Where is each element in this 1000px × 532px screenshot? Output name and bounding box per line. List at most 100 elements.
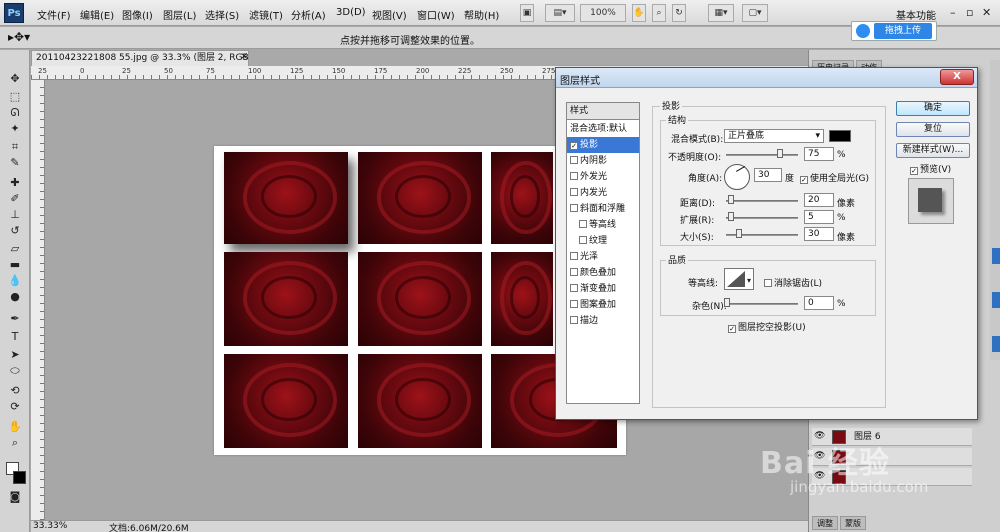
style-list-item[interactable]: 光泽 bbox=[567, 249, 639, 265]
minimize-icon[interactable]: – bbox=[950, 6, 956, 19]
zoom-select[interactable]: 100% bbox=[580, 4, 626, 22]
move-tool-icon[interactable]: ✥ bbox=[8, 72, 22, 85]
spread-slider-track[interactable] bbox=[726, 217, 798, 219]
menu-item[interactable]: 滤镜(T) bbox=[249, 7, 283, 22]
noise-input[interactable]: 0 bbox=[804, 296, 834, 310]
style-list-item[interactable]: 斜面和浮雕 bbox=[567, 201, 639, 217]
dialog-title-bar[interactable] bbox=[556, 68, 977, 88]
checkbox-icon[interactable] bbox=[570, 172, 578, 180]
healing-brush-tool-icon[interactable]: ✚ bbox=[8, 176, 22, 189]
menu-item[interactable]: 选择(S) bbox=[205, 7, 239, 22]
pen-tool-icon[interactable]: ✒ bbox=[8, 312, 22, 325]
style-list-item[interactable]: 渐变叠加 bbox=[567, 281, 639, 297]
rotate-view-icon[interactable]: ↻ bbox=[672, 4, 686, 22]
zoom-tool-panel-icon[interactable]: ⌕ bbox=[8, 436, 22, 449]
bridge-icon[interactable]: ▣ bbox=[520, 4, 534, 22]
document-tab[interactable]: 20110423221808 55.jpg @ 33.3% (图层 2, RGB… bbox=[31, 50, 249, 66]
distance-input[interactable]: 20 bbox=[804, 193, 834, 207]
reset-button[interactable]: 复位 bbox=[896, 122, 970, 137]
document-close-icon[interactable]: × bbox=[240, 51, 248, 62]
checkbox-icon[interactable]: ✓ bbox=[570, 142, 578, 150]
noise-slider-track[interactable] bbox=[726, 303, 798, 305]
style-list-item[interactable]: 外发光 bbox=[567, 169, 639, 185]
hand-tool-panel-icon[interactable]: ✋ bbox=[8, 420, 22, 433]
blend-mode-select[interactable]: 正片叠底 ▾ bbox=[724, 129, 824, 143]
workspace-switcher[interactable]: 基本功能 bbox=[896, 7, 936, 22]
magic-wand-tool-icon[interactable]: ✦ bbox=[8, 122, 22, 135]
arrange-documents-icon[interactable]: ▦▾ bbox=[708, 4, 734, 22]
rose-tile[interactable] bbox=[224, 354, 348, 448]
checkbox-icon[interactable] bbox=[570, 252, 578, 260]
menu-item[interactable]: 图层(L) bbox=[163, 7, 196, 22]
gradient-tool-icon[interactable]: ▬ bbox=[8, 258, 22, 271]
angle-input[interactable]: 30 bbox=[754, 168, 782, 182]
status-zoom[interactable]: 33.33% bbox=[33, 521, 67, 531]
checkbox-icon[interactable] bbox=[570, 156, 578, 164]
spread-slider-handle[interactable] bbox=[728, 212, 734, 221]
3d-orbit-tool-icon[interactable]: ⟳ bbox=[8, 400, 22, 413]
style-list-item[interactable]: 纹理 bbox=[567, 233, 639, 249]
screen-layout-icon[interactable]: ▢▾ bbox=[742, 4, 768, 22]
checkbox-icon[interactable]: ✓ bbox=[910, 167, 918, 175]
window-close-icon[interactable]: ✕ bbox=[982, 6, 991, 19]
checkbox-icon[interactable] bbox=[570, 268, 578, 276]
noise-slider-handle[interactable] bbox=[724, 298, 730, 307]
checkbox-icon[interactable] bbox=[570, 204, 578, 212]
zoom-tool-icon[interactable]: ⌕ bbox=[652, 4, 666, 22]
checkbox-icon[interactable] bbox=[570, 284, 578, 292]
history-brush-tool-icon[interactable]: ↺ bbox=[8, 224, 22, 237]
checkbox-icon[interactable]: ✓ bbox=[728, 325, 736, 333]
ok-button[interactable]: 确定 bbox=[896, 101, 970, 116]
checkbox-icon[interactable] bbox=[570, 316, 578, 324]
knockout-checkbox[interactable]: ✓ 图层挖空投影(U) bbox=[728, 320, 806, 333]
distance-slider-track[interactable] bbox=[726, 200, 798, 202]
checkbox-icon[interactable]: ✓ bbox=[800, 176, 808, 184]
rose-tile[interactable] bbox=[224, 252, 348, 346]
antialias-checkbox[interactable]: 消除锯齿(L) bbox=[764, 276, 822, 289]
menu-item[interactable]: 帮助(H) bbox=[464, 7, 499, 22]
style-list-item[interactable]: 图案叠加 bbox=[567, 297, 639, 313]
path-selection-tool-icon[interactable]: ➤ bbox=[8, 348, 22, 361]
style-list-item[interactable]: 内阴影 bbox=[567, 153, 639, 169]
menu-item[interactable]: 文件(F) bbox=[37, 7, 71, 22]
rose-tile[interactable] bbox=[358, 152, 482, 244]
rose-tile[interactable] bbox=[491, 252, 553, 346]
size-input[interactable]: 30 bbox=[804, 227, 834, 241]
blur-tool-icon[interactable]: 💧 bbox=[8, 274, 22, 287]
shadow-color-swatch[interactable] bbox=[829, 130, 851, 142]
checkbox-icon[interactable] bbox=[570, 300, 578, 308]
screen-mode-icon[interactable]: ▤▾ bbox=[545, 4, 575, 22]
style-list-item[interactable]: 等高线 bbox=[567, 217, 639, 233]
size-slider-handle[interactable] bbox=[736, 229, 742, 238]
maximize-icon[interactable]: ▫ bbox=[966, 6, 973, 19]
baidu-upload-button[interactable]: 拖拽上传 bbox=[874, 23, 932, 39]
rose-tile[interactable] bbox=[224, 152, 348, 244]
crop-tool-icon[interactable]: ⌗ bbox=[8, 140, 22, 153]
opacity-slider-track[interactable] bbox=[726, 154, 798, 156]
checkbox-icon[interactable] bbox=[570, 188, 578, 196]
panel-tab-masks[interactable]: 蒙版 bbox=[840, 516, 866, 530]
contour-picker[interactable]: ▾ bbox=[724, 268, 754, 290]
menu-item[interactable]: 分析(A) bbox=[291, 7, 326, 22]
shape-tool-icon[interactable]: ⬭ bbox=[8, 364, 22, 377]
global-light-checkbox[interactable]: ✓ 使用全局光(G) bbox=[800, 171, 869, 184]
menu-item[interactable]: 3D(D) bbox=[336, 7, 366, 18]
lasso-tool-icon[interactable]: ᘏ bbox=[8, 106, 22, 119]
style-list-item[interactable]: ✓ 投影 bbox=[567, 137, 639, 153]
hand-tool-icon[interactable]: ✋ bbox=[632, 4, 646, 22]
angle-dial[interactable] bbox=[724, 164, 750, 190]
3d-rotate-tool-icon[interactable]: ⟲ bbox=[8, 384, 22, 397]
type-tool-icon[interactable]: T bbox=[8, 330, 22, 343]
preview-checkbox[interactable]: ✓ 预览(V) bbox=[910, 162, 951, 175]
dialog-close-button[interactable]: X bbox=[940, 69, 974, 85]
distance-slider-handle[interactable] bbox=[728, 195, 734, 204]
quick-mask-icon[interactable]: ◙ bbox=[8, 490, 22, 503]
eraser-tool-icon[interactable]: ▱ bbox=[8, 242, 22, 255]
opacity-input[interactable]: 75 bbox=[804, 147, 834, 161]
brush-tool-icon[interactable]: ✐ bbox=[8, 192, 22, 205]
rose-tile[interactable] bbox=[491, 152, 553, 244]
style-list-header[interactable]: 样式 bbox=[567, 103, 639, 120]
background-color-swatch[interactable] bbox=[13, 471, 26, 484]
marquee-tool-icon[interactable]: ⬚ bbox=[8, 90, 22, 103]
checkbox-icon[interactable] bbox=[579, 236, 587, 244]
